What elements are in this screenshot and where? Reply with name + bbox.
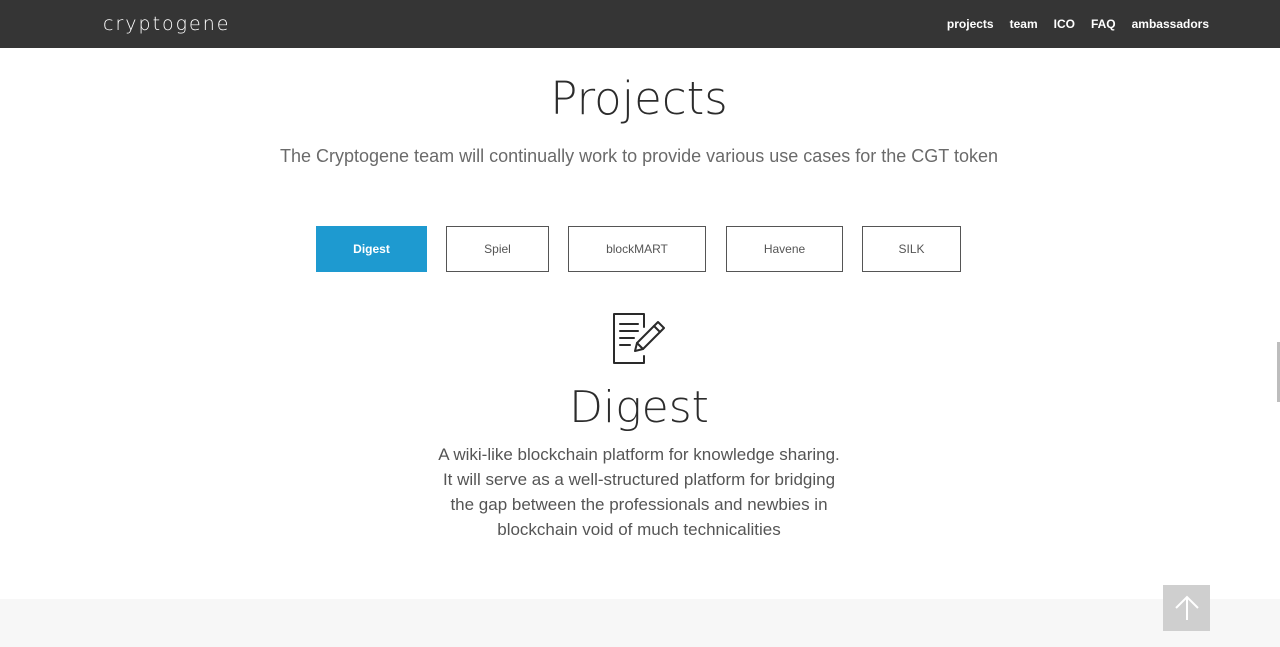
project-description-line: the gap between the professionals and ne… xyxy=(450,495,828,514)
tab-blockmart[interactable]: blockMART xyxy=(568,226,706,272)
arrow-up-icon xyxy=(1174,595,1199,620)
scroll-to-top-button[interactable] xyxy=(1163,585,1210,631)
site-logo[interactable]: cryptogene xyxy=(103,12,230,36)
next-section-band xyxy=(0,599,1280,647)
nav-link-team[interactable]: team xyxy=(1010,17,1038,31)
project-description-line: A wiki-like blockchain platform for know… xyxy=(438,445,840,464)
nav-link-ico[interactable]: ICO xyxy=(1054,17,1075,31)
tab-digest[interactable]: Digest xyxy=(316,226,427,272)
project-title: Digest xyxy=(569,382,709,433)
tab-silk[interactable]: SILK xyxy=(862,226,961,272)
project-description: A wiki-like blockchain platform for know… xyxy=(420,442,858,542)
page: cryptogene projects team ICO FAQ ambassa… xyxy=(0,0,1280,647)
main-nav: projects team ICO FAQ ambassadors xyxy=(947,0,1209,48)
project-description-line: blockchain void of much technicalities xyxy=(497,520,781,539)
section-subtitle: The Cryptogene team will continually wor… xyxy=(279,146,998,166)
project-description-line: It will serve as a well-structured platf… xyxy=(442,470,836,489)
nav-link-faq[interactable]: FAQ xyxy=(1091,17,1116,31)
document-edit-icon xyxy=(610,311,668,367)
tab-havene[interactable]: Havene xyxy=(726,226,843,272)
nav-link-projects[interactable]: projects xyxy=(947,17,994,31)
top-navigation-bar: cryptogene projects team ICO FAQ ambassa… xyxy=(0,0,1280,48)
nav-link-ambassadors[interactable]: ambassadors xyxy=(1132,17,1209,31)
section-title: Projects xyxy=(550,72,728,125)
tab-spiel[interactable]: Spiel xyxy=(446,226,549,272)
